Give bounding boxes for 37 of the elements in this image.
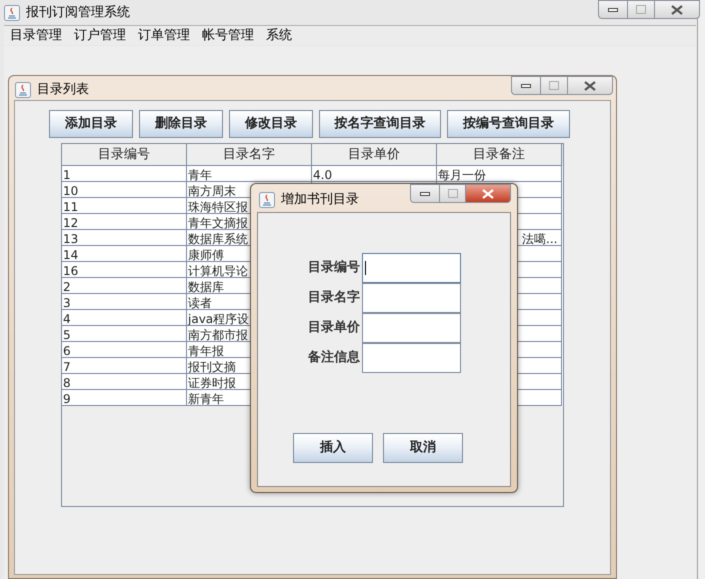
dialog-title: 增加书刊目录 (281, 191, 359, 209)
table-cell: 南方周末 (188, 184, 236, 197)
table-cell: 康师傅 (188, 248, 224, 261)
table-cell: 1 (63, 168, 71, 181)
table-cell: 2 (63, 280, 71, 293)
table-cell: 数据库 (188, 280, 224, 293)
table-cell: 读者 (188, 296, 212, 309)
table-cell: 7 (63, 360, 71, 373)
table-cell: 珠海特区报 (188, 200, 248, 213)
table-cell: 4 (63, 312, 71, 325)
table-cell: 9 (63, 392, 71, 405)
table-cell: 13 (63, 232, 78, 245)
table-cell: 16 (63, 264, 78, 277)
table-cell: 4.0 (313, 168, 332, 181)
table-cell: 青年文摘报 (188, 216, 248, 229)
table-cell: 每月一份 (438, 168, 486, 181)
table-cell: 10 (63, 184, 78, 197)
table-cell: 报刊文摘 (188, 360, 236, 373)
table-cell: 法噶... (522, 232, 558, 245)
table-cell: 新青年 (188, 392, 224, 405)
table-cell: 青年 (188, 168, 212, 181)
field-label: 目录名字 (307, 288, 361, 308)
table-cell: 6 (63, 344, 71, 357)
table-cell: 证券时报 (188, 376, 236, 389)
table-cell: 计算机导论 (188, 264, 248, 277)
window-title: 目录列表 (37, 81, 89, 99)
table-cell: 8 (63, 376, 71, 389)
table-cell: 青年报 (188, 344, 224, 357)
window-title: 报刊订阅管理系统 (26, 4, 130, 22)
table-cell: 数据库系统 (188, 232, 248, 245)
table-cell: 14 (63, 248, 78, 261)
table-cell: 南方都市报 (188, 328, 248, 341)
field-label: 目录单价 (307, 319, 361, 338)
table-cell: 12 (63, 216, 78, 229)
table-cell: 11 (63, 200, 78, 213)
table-cell: 3 (63, 296, 71, 309)
table-cell: 5 (63, 328, 71, 341)
